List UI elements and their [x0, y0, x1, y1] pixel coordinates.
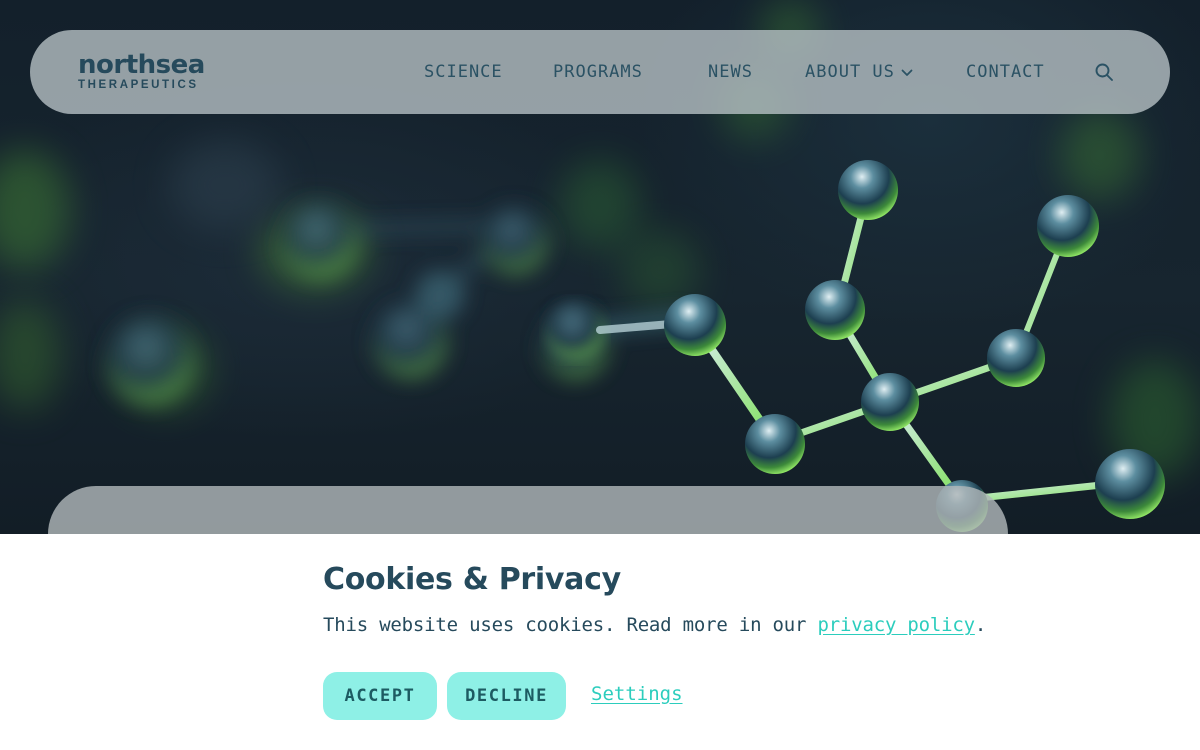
northsea-logo[interactable]: northsea THERAPEUTICS: [78, 52, 205, 92]
chevron-down-icon: [901, 60, 913, 84]
cookie-text-intro: This website uses cookies. Read more in …: [323, 614, 818, 636]
cookie-banner-title: Cookies & Privacy: [323, 562, 621, 597]
logo-wordmark: northsea: [78, 50, 205, 80]
cookie-consent-banner: Cookies & Privacy This website uses cook…: [0, 534, 1200, 750]
nav-item-programs[interactable]: PROGRAMS: [553, 60, 643, 84]
cookie-settings-link[interactable]: Settings: [591, 683, 683, 705]
decline-cookies-button[interactable]: DECLINE: [447, 672, 566, 720]
nav-item-science[interactable]: SCIENCE: [424, 60, 503, 84]
privacy-policy-link[interactable]: privacy policy: [818, 614, 976, 636]
search-icon[interactable]: [1094, 62, 1114, 82]
nav-item-news[interactable]: NEWS: [708, 60, 753, 84]
top-navigation-bar: northsea THERAPEUTICS SCIENCE PROGRAMS N…: [30, 30, 1170, 114]
logo-tagline: THERAPEUTICS: [78, 79, 199, 91]
nav-item-about-us[interactable]: ABOUT US: [805, 60, 913, 84]
cookie-banner-text: This website uses cookies. Read more in …: [323, 614, 986, 636]
accept-cookies-button[interactable]: ACCEPT: [323, 672, 437, 720]
blurred-molecule: [106, 202, 691, 404]
sharp-molecule: [596, 160, 1165, 532]
nav-item-about-us-label: ABOUT US: [805, 62, 895, 82]
cookie-text-end: .: [974, 614, 987, 636]
nav-item-contact[interactable]: CONTACT: [966, 60, 1045, 84]
